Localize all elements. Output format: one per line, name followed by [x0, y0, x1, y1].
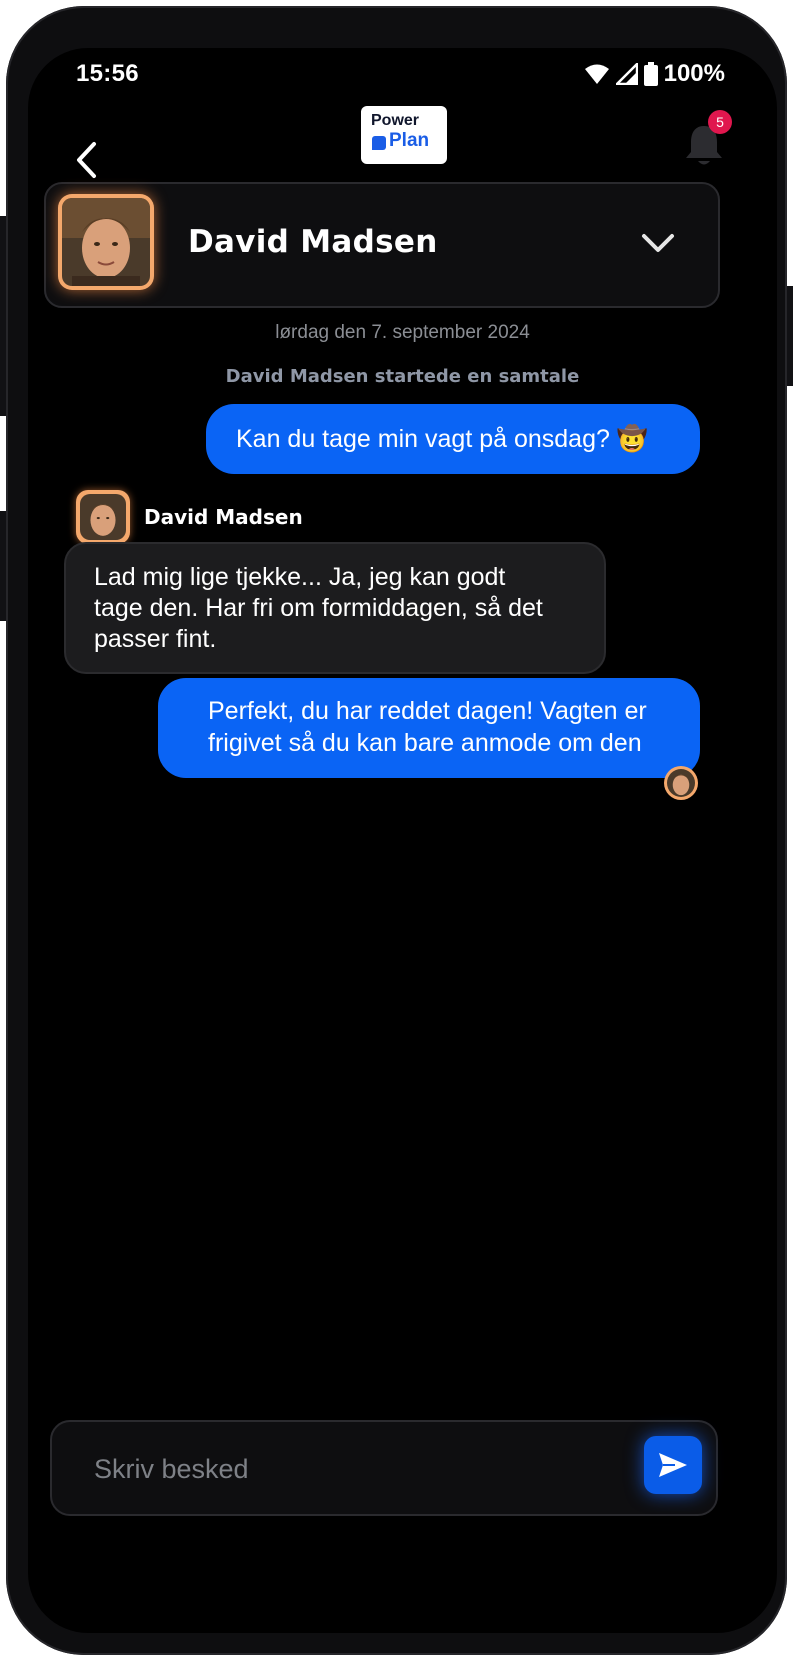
- message-bubble-incoming[interactable]: Lad mig lige tjekke... Ja, jeg kan godt …: [64, 542, 606, 674]
- message-input[interactable]: [92, 1442, 616, 1496]
- chevron-left-icon: [77, 142, 96, 178]
- avatar-photo: [62, 198, 150, 286]
- logo-mark: [372, 136, 386, 150]
- message-text-line: Lad mig lige tjekke... Ja, jeg kan godt: [94, 563, 506, 591]
- send-button[interactable]: [644, 1436, 702, 1494]
- battery-percent: 100%: [663, 60, 725, 87]
- wifi-icon: [584, 64, 609, 84]
- message-bubble-outgoing[interactable]: Perfekt, du har reddet dagen! Vagten er …: [158, 678, 700, 778]
- message-text-line: passer fint.: [94, 625, 217, 653]
- message-bubble-outgoing[interactable]: Kan du tage min vagt på onsdag? 🤠: [206, 404, 700, 474]
- message-text-line: frigivet så du kan bare anmode om den: [208, 729, 642, 757]
- back-button[interactable]: [64, 68, 112, 178]
- avatar: [76, 490, 130, 544]
- status-bar: 15:56 100%: [28, 48, 777, 104]
- chat-date: lørdag den 7. september 2024: [275, 322, 530, 343]
- side-button: [0, 216, 6, 416]
- contact-header[interactable]: David Madsen: [44, 182, 720, 308]
- message-text: Kan du tage min vagt på onsdag? 🤠: [236, 425, 648, 453]
- side-button: [0, 511, 6, 621]
- side-button: [787, 286, 793, 386]
- send-icon: [659, 1453, 687, 1477]
- powerplan-logo: Power Plan: [361, 106, 447, 164]
- message-text-line: tage den. Har fri om formiddagen, så det: [94, 594, 543, 622]
- logo-text-plan: Plan: [389, 130, 430, 151]
- chevron-down-icon[interactable]: [640, 228, 676, 258]
- avatar: [58, 194, 154, 290]
- avatar-photo: [667, 769, 695, 797]
- contact-name: David Madsen: [188, 224, 438, 260]
- avatar-photo: [80, 494, 126, 540]
- system-message: David Madsen startede en samtale: [225, 366, 580, 387]
- logo-text-power: Power: [371, 112, 420, 129]
- signal-icon: [615, 63, 638, 85]
- message-composer: [50, 1420, 718, 1516]
- app-screen: 15:56 100% Power Plan 5 David Madsen lør…: [28, 48, 777, 1633]
- notification-badge: 5: [708, 110, 732, 134]
- read-receipt-avatar: [664, 766, 698, 800]
- sender-name: David Madsen: [144, 505, 303, 529]
- message-text-line: Perfekt, du har reddet dagen! Vagten er: [208, 697, 647, 725]
- phone-frame: 15:56 100% Power Plan 5 David Madsen lør…: [0, 6, 793, 1655]
- battery-icon: [643, 62, 658, 86]
